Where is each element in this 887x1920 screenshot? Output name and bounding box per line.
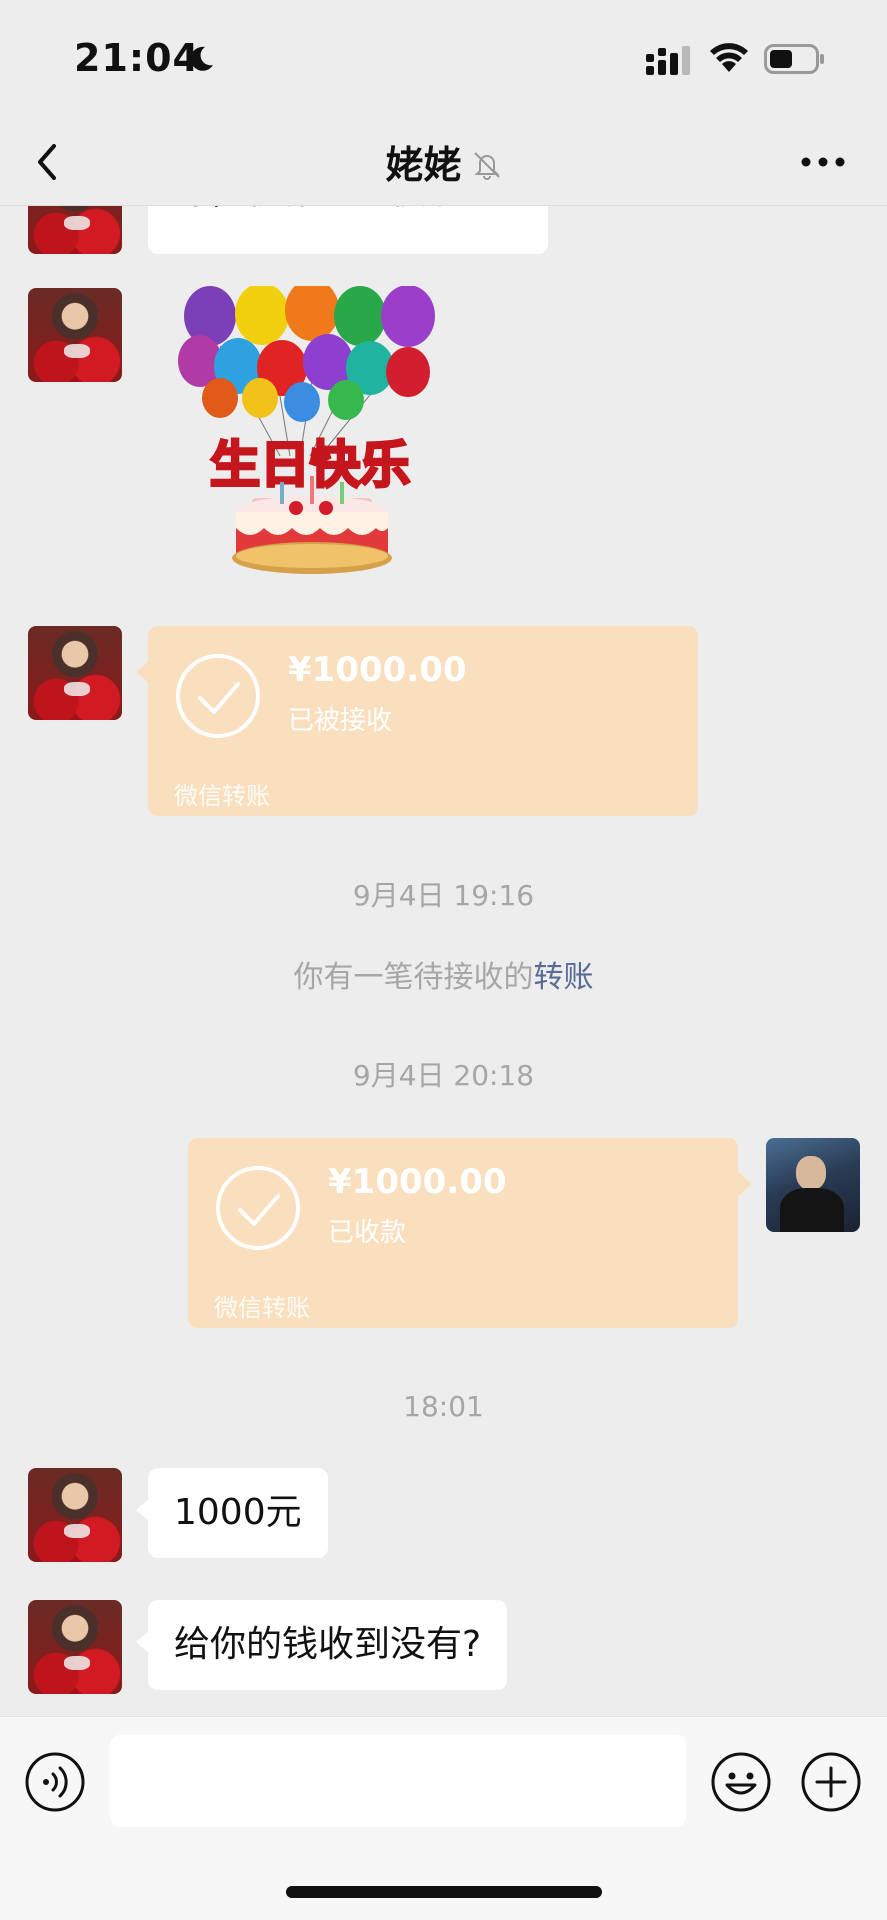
message-input[interactable] bbox=[110, 1735, 686, 1827]
message-text: 1000元 bbox=[174, 1492, 302, 1533]
status-time: 21:04 bbox=[74, 36, 200, 80]
transfer-status: 已收款 bbox=[328, 1218, 407, 1248]
message-bubble[interactable]: 给你的钱收到没有? bbox=[135, 1600, 508, 1690]
system-note: 你有一笔待接收的转账 bbox=[0, 952, 887, 996]
emoji-icon[interactable] bbox=[710, 1751, 772, 1813]
avatar[interactable] bbox=[28, 288, 122, 382]
signal-icon bbox=[646, 46, 690, 75]
transfer-label: 微信转账 bbox=[214, 1294, 310, 1322]
chat-area[interactable]: 嫁，祝你生日快乐。 生日快乐 bbox=[0, 206, 887, 1716]
avatar[interactable] bbox=[28, 626, 122, 720]
transfer-amount: ¥1000.00 bbox=[288, 650, 467, 690]
plus-icon[interactable] bbox=[800, 1751, 862, 1813]
timestamp: 9月4日 20:18 bbox=[352, 1059, 535, 1092]
birthday-sticker[interactable]: 生日快乐 bbox=[170, 286, 450, 586]
avatar[interactable] bbox=[28, 1600, 122, 1694]
status-bar: 21:04 bbox=[0, 0, 887, 118]
bubble-tail bbox=[738, 1172, 752, 1196]
balloon-icon bbox=[178, 286, 435, 457]
wifi-icon bbox=[710, 43, 748, 72]
message-bubble[interactable]: 1000元 bbox=[136, 1468, 328, 1558]
transfer-label: 微信转账 bbox=[174, 782, 270, 810]
mute-bell-icon bbox=[473, 152, 500, 180]
avatar-self[interactable] bbox=[766, 1138, 860, 1232]
chat-header: 姥姥 bbox=[0, 118, 887, 206]
contact-name: 姥姥 bbox=[385, 143, 462, 187]
transfer-card-received[interactable]: ¥1000.00 已被接收 微信转账 bbox=[148, 626, 698, 816]
transfer-status: 已被接收 bbox=[288, 706, 393, 736]
home-indicator[interactable] bbox=[286, 1886, 602, 1898]
avatar[interactable] bbox=[28, 206, 122, 254]
timestamp: 9月4日 19:16 bbox=[352, 879, 535, 912]
moon-icon bbox=[190, 46, 213, 71]
timestamp: 18:01 bbox=[403, 1390, 484, 1423]
message-text: 给你的钱收到没有? bbox=[174, 1624, 482, 1665]
check-circle-icon bbox=[176, 654, 260, 738]
more-icon[interactable] bbox=[800, 152, 846, 172]
avatar[interactable] bbox=[28, 1468, 122, 1562]
system-note-text: 你有一笔待接收的 bbox=[293, 960, 534, 995]
transfer-link[interactable]: 转账 bbox=[534, 960, 594, 995]
transfer-amount: ¥1000.00 bbox=[328, 1162, 507, 1202]
message-text: 嫁，祝你生日快乐。 bbox=[174, 206, 498, 214]
chat-title: 姥姥 bbox=[0, 134, 887, 189]
transfer-card-accepted[interactable]: ¥1000.00 已收款 微信转账 bbox=[188, 1138, 738, 1328]
message-bubble-partial[interactable]: 嫁，祝你生日快乐。 bbox=[148, 206, 548, 254]
battery-icon bbox=[764, 44, 824, 74]
voice-icon[interactable] bbox=[24, 1751, 86, 1813]
check-circle-icon bbox=[216, 1166, 300, 1250]
